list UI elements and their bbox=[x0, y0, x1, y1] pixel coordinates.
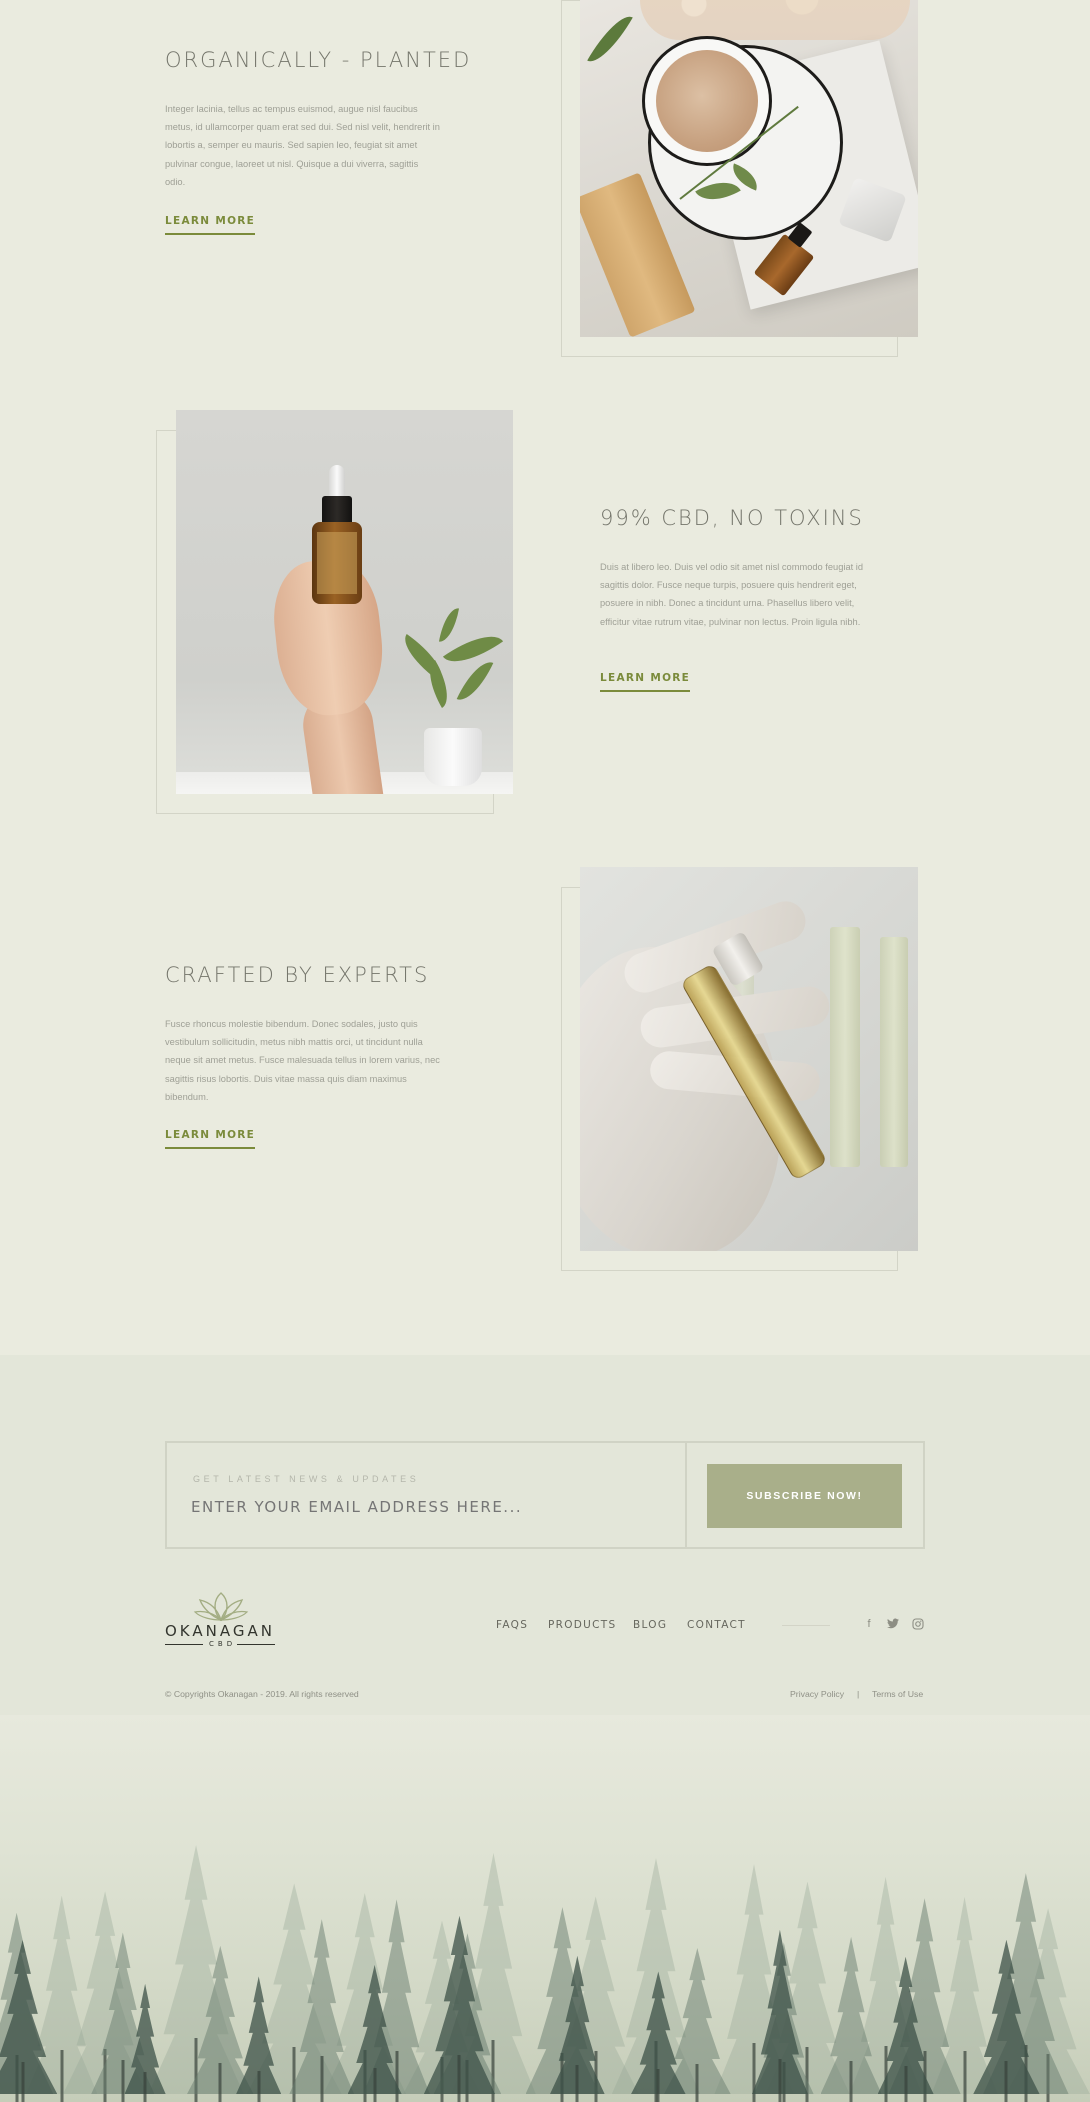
instagram-icon[interactable] bbox=[911, 1618, 925, 1633]
feature-description: Duis at libero leo. Duis vel odio sit am… bbox=[600, 562, 864, 627]
logo-rule bbox=[237, 1644, 275, 1645]
pine-tree bbox=[973, 1939, 1040, 2102]
pine-tree bbox=[124, 1983, 166, 2102]
feature-title: CRAFTED BY EXPERTS bbox=[165, 963, 430, 987]
learn-more-link[interactable]: LEARN MORE bbox=[165, 1129, 256, 1149]
copyright-text: © Copyrights Okanagan - 2019. All rights… bbox=[165, 1689, 359, 1699]
lab-test-tube-photo bbox=[580, 867, 918, 1251]
okanagan-logo[interactable]: OKANAGAN CBD bbox=[165, 1590, 277, 1652]
subscribe-button[interactable]: SUBSCRIBE NOW! bbox=[707, 1464, 902, 1528]
pine-tree bbox=[631, 1971, 686, 2102]
nav-link-contact[interactable]: CONTACT bbox=[687, 1619, 746, 1631]
feature-title: ORGANICALLY - PLANTED bbox=[165, 48, 472, 72]
terms-of-use-link[interactable]: Terms of Use bbox=[872, 1689, 923, 1699]
email-input[interactable] bbox=[191, 1494, 661, 1520]
nav-link-blog[interactable]: BLOG bbox=[633, 1619, 667, 1631]
pine-tree bbox=[347, 1964, 402, 2102]
logo-subtitle: CBD bbox=[209, 1640, 237, 1648]
pine-tree bbox=[877, 1956, 934, 2102]
pine-tree bbox=[751, 1929, 808, 2102]
pine-tree bbox=[0, 1940, 58, 2102]
feature-title: 99% CBD, NO TOXINS bbox=[600, 506, 864, 530]
coffee-and-oil-photo bbox=[580, 0, 918, 337]
privacy-policy-link[interactable]: Privacy Policy bbox=[790, 1689, 844, 1699]
pine-tree bbox=[289, 1919, 355, 2102]
legal-separator: | bbox=[857, 1689, 860, 1699]
pine-tree bbox=[236, 1976, 282, 2102]
nav-link-faqs[interactable]: FAQS bbox=[496, 1619, 528, 1631]
lotus-leaf-icon bbox=[193, 1592, 249, 1622]
newsletter-band: GET LATEST NEWS & UPDATES SUBSCRIBE NOW! bbox=[0, 1355, 1090, 1715]
learn-more-link[interactable]: LEARN MORE bbox=[600, 672, 691, 692]
learn-more-link[interactable]: LEARN MORE bbox=[165, 215, 256, 235]
newsletter-kicker: GET LATEST NEWS & UPDATES bbox=[193, 1474, 420, 1484]
form-divider bbox=[685, 1443, 687, 1547]
logo-wordmark: OKANAGAN bbox=[165, 1622, 275, 1640]
facebook-icon[interactable]: f bbox=[862, 1618, 876, 1630]
feature-description: Integer lacinia, tellus ac tempus euismo… bbox=[165, 104, 440, 187]
pine-tree bbox=[550, 1955, 605, 2102]
newsletter-form: GET LATEST NEWS & UPDATES SUBSCRIBE NOW! bbox=[165, 1441, 925, 1549]
divider-line bbox=[782, 1625, 830, 1626]
twitter-icon[interactable] bbox=[886, 1618, 900, 1632]
feature-description: Fusce rhoncus molestie bibendum. Donec s… bbox=[165, 1019, 440, 1102]
misty-forest-image bbox=[0, 1715, 1090, 2102]
logo-rule bbox=[165, 1644, 203, 1645]
hand-holding-bottle-photo bbox=[176, 410, 513, 794]
pine-tree bbox=[820, 1936, 882, 2102]
pine-tree bbox=[423, 1915, 496, 2102]
nav-link-products[interactable]: PRODUCTS bbox=[548, 1619, 616, 1631]
